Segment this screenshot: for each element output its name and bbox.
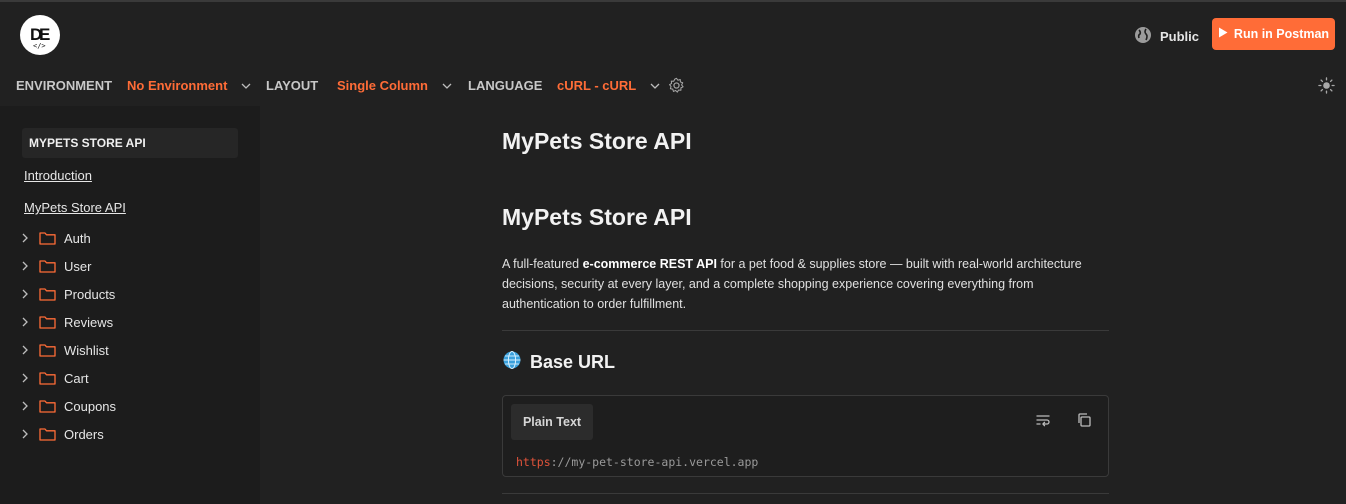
divider (502, 330, 1109, 331)
sidebar-folder-auth[interactable]: Auth (18, 228, 91, 248)
chevron-down-icon (442, 83, 452, 89)
base-url-heading-text: Base URL (530, 352, 616, 372)
folder-icon (39, 231, 56, 245)
layout-group: LAYOUT (266, 78, 318, 93)
sidebar-folder-reviews[interactable]: Reviews (18, 312, 113, 332)
sun-icon (1318, 77, 1335, 97)
folder-label: Cart (64, 370, 89, 386)
folder-label: Wishlist (64, 342, 109, 358)
description-bold: e-commerce REST API (582, 257, 717, 271)
chevron-right-icon (18, 317, 32, 327)
visibility-indicator[interactable]: Public (1134, 26, 1199, 47)
url-protocol: https (516, 455, 551, 469)
folder-icon (39, 315, 56, 329)
code-block: Plain Text https://my-pet-store-api.verc… (502, 395, 1109, 477)
layout-value: Single Column (337, 78, 428, 93)
folder-label: Reviews (64, 314, 114, 330)
language-label: LANGUAGE (468, 78, 543, 93)
workspace-logo[interactable]: D E </> (20, 15, 60, 55)
environment-label: ENVIRONMENT (16, 78, 113, 93)
language-value: cURL - cURL (557, 78, 637, 93)
globe-emoji-icon (502, 350, 522, 375)
gear-icon (668, 77, 685, 97)
page-title: MyPets Store API (502, 128, 692, 154)
sidebar-folder-products[interactable]: Products (18, 284, 115, 304)
language-dropdown[interactable]: cURL - cURL (557, 78, 660, 93)
sidebar: MYPETS STORE API Introduction MyPets Sto… (0, 106, 260, 504)
play-icon (1218, 27, 1228, 41)
folder-icon (39, 343, 56, 357)
chevron-right-icon (18, 233, 32, 243)
folder-icon (39, 399, 56, 413)
sidebar-folder-wishlist[interactable]: Wishlist (18, 340, 109, 360)
api-description: A full-featured e-commerce REST API for … (502, 254, 1102, 314)
chevron-right-icon (18, 373, 32, 383)
wrap-lines-icon[interactable] (1035, 412, 1051, 428)
code-language-label[interactable]: Plain Text (511, 404, 593, 440)
sidebar-link-introduction[interactable]: Introduction (24, 168, 92, 183)
base-url-value: https://my-pet-store-api.vercel.app (516, 455, 758, 469)
language-group: LANGUAGE (468, 78, 542, 93)
folder-label: Products (64, 286, 116, 302)
folder-label: Auth (64, 230, 91, 246)
theme-toggle-button[interactable] (1318, 77, 1335, 97)
chevron-right-icon (18, 261, 32, 271)
folder-label: User (64, 258, 92, 274)
environment-dropdown[interactable]: No Environment (127, 78, 251, 93)
folder-icon (39, 427, 56, 441)
section-title: MyPets Store API (502, 204, 692, 230)
sidebar-collection-title[interactable]: MYPETS STORE API (22, 128, 238, 158)
folder-label: Orders (64, 426, 104, 442)
chevron-right-icon (18, 401, 32, 411)
base-url-heading: Base URL (502, 350, 615, 375)
run-in-postman-button[interactable]: Run in Postman (1212, 18, 1335, 50)
chevron-down-icon (650, 83, 660, 89)
header: D E </> Public Run in Postman (0, 2, 1346, 66)
divider (502, 493, 1109, 494)
environment-group: ENVIRONMENT (16, 78, 112, 93)
chevron-down-icon (241, 83, 251, 89)
svg-text:</>: </> (33, 42, 46, 50)
chevron-right-icon (18, 429, 32, 439)
visibility-label: Public (1160, 29, 1200, 44)
copy-icon[interactable] (1076, 412, 1092, 428)
run-button-label: Run in Postman (1233, 27, 1330, 41)
folder-icon (39, 371, 56, 385)
sidebar-link-mypets-store-api[interactable]: MyPets Store API (24, 200, 126, 215)
chevron-right-icon (18, 345, 32, 355)
folder-label: Coupons (64, 398, 117, 414)
chevron-right-icon (18, 289, 32, 299)
sidebar-folder-cart[interactable]: Cart (18, 368, 89, 388)
language-settings-button[interactable] (668, 77, 685, 97)
folder-icon (39, 259, 56, 273)
sidebar-folder-user[interactable]: User (18, 256, 91, 276)
folder-icon (39, 287, 56, 301)
layout-label: LAYOUT (266, 78, 319, 93)
sidebar-folder-coupons[interactable]: Coupons (18, 396, 116, 416)
description-text-1: A full-featured (502, 257, 583, 271)
toolbar: ENVIRONMENT No Environment LAYOUT Single… (0, 66, 1346, 106)
sidebar-folder-orders[interactable]: Orders (18, 424, 104, 444)
globe-icon (1134, 26, 1152, 47)
environment-value: No Environment (127, 78, 228, 93)
layout-dropdown[interactable]: Single Column (337, 78, 452, 93)
url-rest: ://my-pet-store-api.vercel.app (550, 455, 759, 469)
